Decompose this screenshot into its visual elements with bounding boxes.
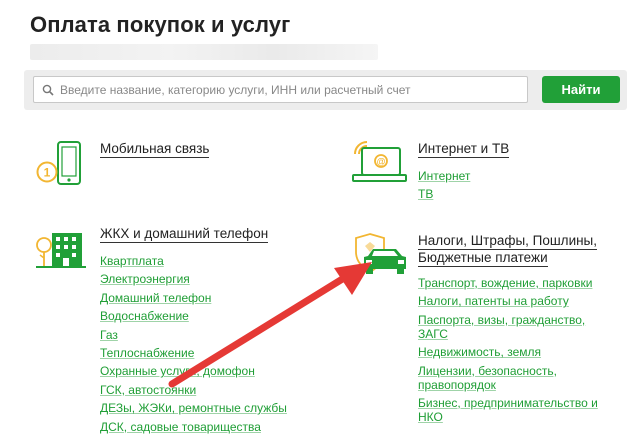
link-zags[interactable]: ЗАГС	[418, 327, 598, 341]
link-nko[interactable]: НКО	[418, 410, 598, 424]
link-rent[interactable]: Квартплата	[100, 254, 287, 268]
link-garage[interactable]: ГСК, автостоянки	[100, 383, 287, 397]
link-electricity[interactable]: Электроэнергия	[100, 272, 287, 286]
link-law-order[interactable]: правопорядок	[418, 378, 598, 392]
link-passports[interactable]: Паспорта, визы, гражданство,	[418, 313, 598, 327]
internet-tv-links: Интернет ТВ	[418, 169, 470, 206]
link-heating[interactable]: Теплоснабжение	[100, 346, 287, 360]
link-business[interactable]: Бизнес, предпринимательство и	[418, 396, 598, 410]
link-tax-patents[interactable]: Налоги, патенты на работу	[418, 294, 598, 308]
find-button[interactable]: Найти	[542, 76, 620, 103]
category-taxes-title-line1: Налоги, Штрафы, Пошлины,	[418, 233, 598, 250]
link-security[interactable]: Охранные услуги, домофон	[100, 364, 287, 378]
search-placeholder: Введите название, категорию услуги, ИНН …	[60, 82, 411, 97]
link-tv[interactable]: ТВ	[418, 187, 470, 201]
taxes-links: Транспорт, вождение, парковки Налоги, па…	[418, 276, 598, 428]
category-mobile[interactable]: Мобильная связь	[100, 141, 210, 158]
category-taxes-fines[interactable]: Налоги, Штрафы, Пошлины, Бюджетные плате…	[418, 233, 598, 267]
link-transport[interactable]: Транспорт, вождение, парковки	[418, 276, 598, 290]
link-garden[interactable]: ДСК, садовые товарищества	[100, 420, 287, 434]
car-emblem-icon	[355, 233, 406, 274]
link-internet[interactable]: Интернет	[418, 169, 470, 183]
category-taxes-title-line2: Бюджетные платежи	[418, 250, 548, 267]
page-title: Оплата покупок и услуг	[30, 12, 291, 37]
search-input[interactable]: Введите название, категорию услуги, ИНН …	[33, 76, 528, 103]
link-housing-offices[interactable]: ДЕЗы, ЖЭКи, ремонтные службы	[100, 401, 287, 415]
housing-links: Квартплата Электроэнергия Домашний телеф…	[100, 254, 287, 438]
link-licenses[interactable]: Лицензии, безопасность,	[418, 364, 598, 378]
link-gas[interactable]: Газ	[100, 328, 287, 342]
link-water[interactable]: Водоснабжение	[100, 309, 287, 323]
laptop-internet-icon: @	[352, 141, 407, 182]
house-building-icon	[36, 233, 86, 268]
category-internet-tv[interactable]: Интернет и ТВ	[418, 141, 510, 158]
svg-text:@: @	[377, 157, 386, 167]
category-housing[interactable]: ЖКХ и домашний телефон	[100, 226, 269, 243]
search-icon	[42, 84, 54, 96]
link-home-phone[interactable]: Домашний телефон	[100, 291, 287, 305]
link-property[interactable]: Недвижимость, земля	[418, 345, 598, 359]
svg-text:1: 1	[44, 166, 51, 180]
mobile-phone-icon: 1	[36, 141, 81, 185]
blurred-subtitle	[30, 44, 378, 60]
search-bar: Введите название, категорию услуги, ИНН …	[24, 70, 627, 110]
